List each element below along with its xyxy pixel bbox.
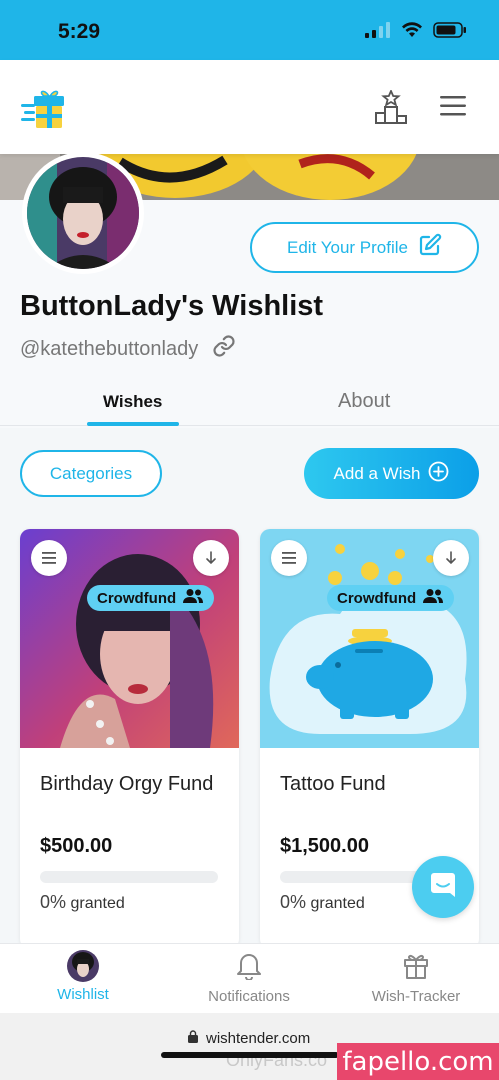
- chat-icon: [428, 870, 458, 905]
- nav-label: Wish-Tracker: [371, 988, 461, 1005]
- home-indicator: [161, 1052, 339, 1058]
- podium-icon[interactable]: [374, 88, 408, 129]
- signal-icon: [365, 22, 391, 43]
- nav-item-wish-tracker[interactable]: Wish-Tracker: [333, 950, 499, 1005]
- wish-name: Birthday Orgy Fund: [40, 773, 214, 795]
- watermark-badge: fapello.com: [337, 1043, 499, 1080]
- pencil-icon: [418, 233, 442, 262]
- nav-label: Notifications: [208, 988, 290, 1005]
- url-bar[interactable]: wishtender.com: [188, 1030, 310, 1047]
- list-icon[interactable]: [271, 540, 307, 576]
- url-text: wishtender.com: [206, 1030, 311, 1047]
- granted-text: 0% granted: [40, 892, 125, 913]
- profile-handle: @katethebuttonlady: [20, 337, 199, 360]
- granted-text: 0% granted: [280, 892, 365, 913]
- list-icon[interactable]: [31, 540, 67, 576]
- crowdfund-label: Crowdfund: [97, 589, 177, 607]
- status-bar: 5:29: [0, 0, 499, 60]
- edit-profile-button[interactable]: Edit Your Profile: [250, 222, 479, 273]
- arrow-down-icon[interactable]: [193, 540, 229, 576]
- progress-bar: [40, 871, 218, 883]
- group-icon: [422, 588, 444, 608]
- gift-outline-icon: [402, 950, 430, 984]
- wish-price: $1,500.00: [280, 835, 369, 857]
- nav-item-wishlist[interactable]: Wishlist: [0, 950, 166, 1003]
- avatar: [67, 950, 99, 982]
- granted-percent: 0%: [280, 892, 307, 912]
- categories-button[interactable]: Categories: [20, 450, 162, 497]
- add-wish-label: Add a Wish: [333, 463, 421, 483]
- tabs: Wishes About: [0, 378, 499, 426]
- granted-percent: 0%: [40, 892, 67, 912]
- page-title: ButtonLady's Wishlist: [20, 290, 324, 322]
- group-icon: [182, 588, 204, 608]
- link-icon[interactable]: [212, 334, 236, 364]
- avatar[interactable]: [22, 152, 144, 274]
- wish-price: $500.00: [40, 835, 113, 857]
- crowdfund-label: Crowdfund: [337, 589, 417, 607]
- lock-icon: [188, 1030, 198, 1047]
- bell-icon: [235, 950, 263, 984]
- chat-button[interactable]: [412, 856, 474, 918]
- status-icons: [365, 22, 467, 43]
- active-tab-indicator: [87, 422, 179, 426]
- battery-icon: [433, 22, 467, 43]
- crowdfund-badge: Crowdfund: [327, 585, 455, 611]
- granted-label: granted: [70, 895, 125, 912]
- hamburger-icon[interactable]: [440, 96, 466, 121]
- arrow-down-icon[interactable]: [433, 540, 469, 576]
- tab-wishes[interactable]: Wishes: [103, 392, 162, 412]
- bottom-nav: Wishlist Notifications Wish-Tracker: [0, 943, 499, 1013]
- wifi-icon: [401, 22, 423, 43]
- wish-card[interactable]: Crowdfund Birthday Orgy Fund $500.00 0% …: [20, 529, 239, 949]
- gift-icon[interactable]: [20, 82, 70, 137]
- categories-label: Categories: [49, 463, 133, 483]
- nav-item-notifications[interactable]: Notifications: [166, 950, 332, 1005]
- handle-row: @katethebuttonlady: [20, 334, 236, 364]
- nav-label: Wishlist: [57, 986, 109, 1003]
- add-wish-button[interactable]: Add a Wish: [304, 448, 479, 499]
- status-time: 5:29: [58, 20, 101, 43]
- edit-profile-label: Edit Your Profile: [287, 237, 408, 257]
- wish-name: Tattoo Fund: [280, 773, 386, 795]
- app-header: [0, 60, 499, 154]
- granted-label: granted: [310, 895, 365, 912]
- plus-circle-icon: [428, 461, 449, 487]
- crowdfund-badge: Crowdfund: [87, 585, 215, 611]
- tab-about[interactable]: About: [338, 390, 390, 413]
